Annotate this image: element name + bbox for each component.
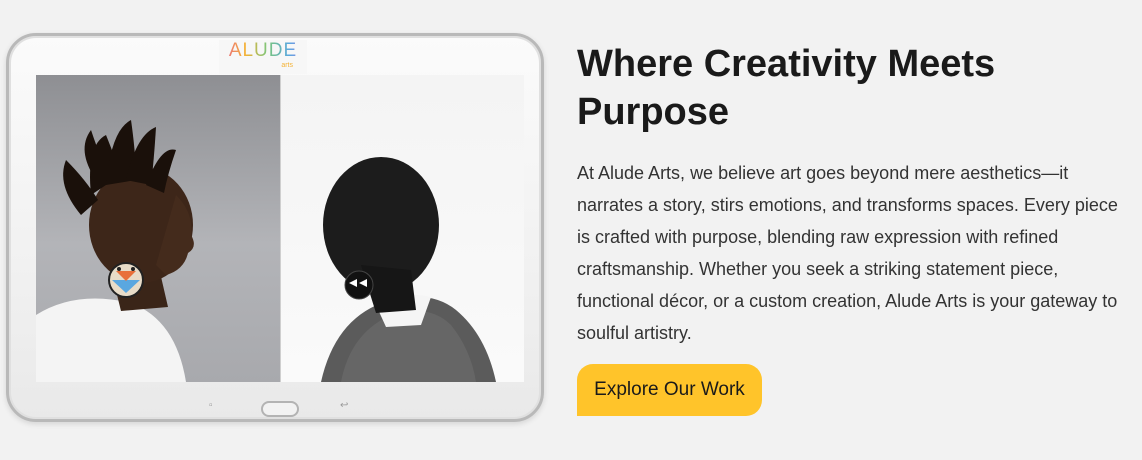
section-heading: Where Creativity Meets Purpose bbox=[577, 43, 996, 133]
photo-panel-left bbox=[36, 75, 281, 382]
logo-subtext: arts bbox=[281, 62, 293, 69]
home-button-icon[interactable] bbox=[261, 401, 299, 417]
man-with-colorful-earring-illustration bbox=[36, 120, 194, 382]
recent-apps-icon[interactable]: ▫ bbox=[209, 400, 213, 411]
photo-panel-right bbox=[281, 75, 524, 382]
logo-wordmark: ALUDE bbox=[219, 40, 307, 62]
section-body-text: At Alude Arts, we believe art goes beyon… bbox=[577, 163, 1118, 343]
tablet-device-mockup: ALUDE arts ▫ ↩ bbox=[6, 33, 544, 422]
tablet-screen-photo bbox=[36, 75, 524, 382]
back-icon[interactable]: ↩ bbox=[340, 400, 348, 411]
man-in-tweed-jacket-illustration bbox=[321, 157, 496, 382]
alude-arts-logo: ALUDE arts bbox=[219, 40, 307, 74]
explore-our-work-button[interactable]: Explore Our Work bbox=[577, 364, 762, 416]
